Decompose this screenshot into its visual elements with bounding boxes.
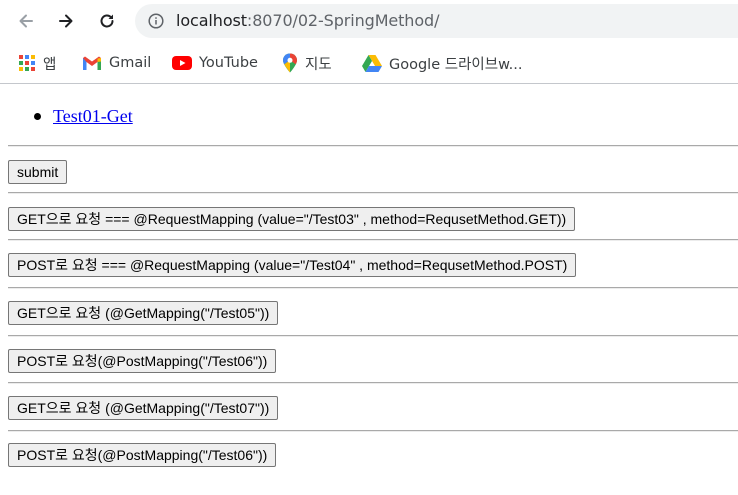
divider	[8, 382, 738, 384]
arrow-left-icon	[19, 14, 33, 28]
divider	[8, 192, 738, 194]
back-button[interactable]	[10, 5, 42, 37]
submit-button[interactable]: submit	[8, 160, 68, 184]
bookmark-label: 앱	[43, 56, 57, 73]
url-text[interactable]: localhost:8070/02-SpringMethod/	[176, 11, 439, 31]
maps-pin-icon	[283, 53, 297, 73]
youtube-icon	[172, 56, 192, 70]
get-test03-button[interactable]: GET으로 요청 === @RequestMapping (value="/Te…	[8, 207, 576, 231]
get-test05-button[interactable]: GET으로 요청 (@GetMapping("/Test05"))	[8, 301, 279, 325]
url-host: localhost	[176, 11, 247, 30]
post-test06-button-2[interactable]: POST로 요청(@PostMapping("/Test06"))	[8, 443, 277, 467]
gmail-icon	[83, 56, 101, 70]
bookmark-maps[interactable]: 지도	[278, 50, 336, 76]
bookmark-gmail[interactable]: Gmail	[78, 50, 155, 76]
bookmark-label: YouTube	[199, 55, 258, 71]
list-bullet	[34, 113, 41, 120]
apps-grid-icon	[19, 55, 35, 71]
divider	[8, 145, 738, 147]
bookmark-label: Gmail	[109, 55, 152, 71]
info-icon[interactable]	[148, 13, 164, 29]
reload-icon	[100, 14, 114, 28]
bookmark-apps[interactable]: 앱	[14, 50, 60, 76]
get-test07-button[interactable]: GET으로 요청 (@GetMapping("/Test07"))	[8, 396, 279, 420]
divider	[8, 335, 738, 337]
bookmark-label: 지도	[305, 56, 332, 73]
reload-button[interactable]	[91, 5, 123, 37]
address-bar[interactable]: localhost:8070/02-SpringMethod/	[135, 4, 738, 38]
page-content: Test01-Get submit GET으로 요청 === @RequestM…	[0, 85, 738, 495]
bookmarks-bar: 앱 Gmail YouTube 지도 Google 드라이브w...	[0, 42, 738, 84]
bookmark-youtube[interactable]: YouTube	[168, 50, 262, 76]
forward-button[interactable]	[50, 5, 82, 37]
post-test04-button[interactable]: POST로 요청 === @RequestMapping (value="/Te…	[8, 253, 577, 277]
divider	[8, 287, 738, 289]
bookmark-label: Google 드라이브w...	[389, 56, 523, 73]
arrow-right-icon	[59, 14, 73, 28]
test01-get-link[interactable]: Test01-Get	[53, 105, 133, 127]
google-drive-icon	[362, 55, 382, 72]
browser-toolbar: localhost:8070/02-SpringMethod/	[0, 0, 738, 42]
url-path: :8070/02-SpringMethod/	[246, 11, 440, 30]
divider	[8, 239, 738, 241]
bookmark-google-drive[interactable]: Google 드라이브w...	[358, 50, 526, 76]
divider	[8, 430, 738, 432]
post-test06-button[interactable]: POST로 요청(@PostMapping("/Test06"))	[8, 349, 277, 373]
